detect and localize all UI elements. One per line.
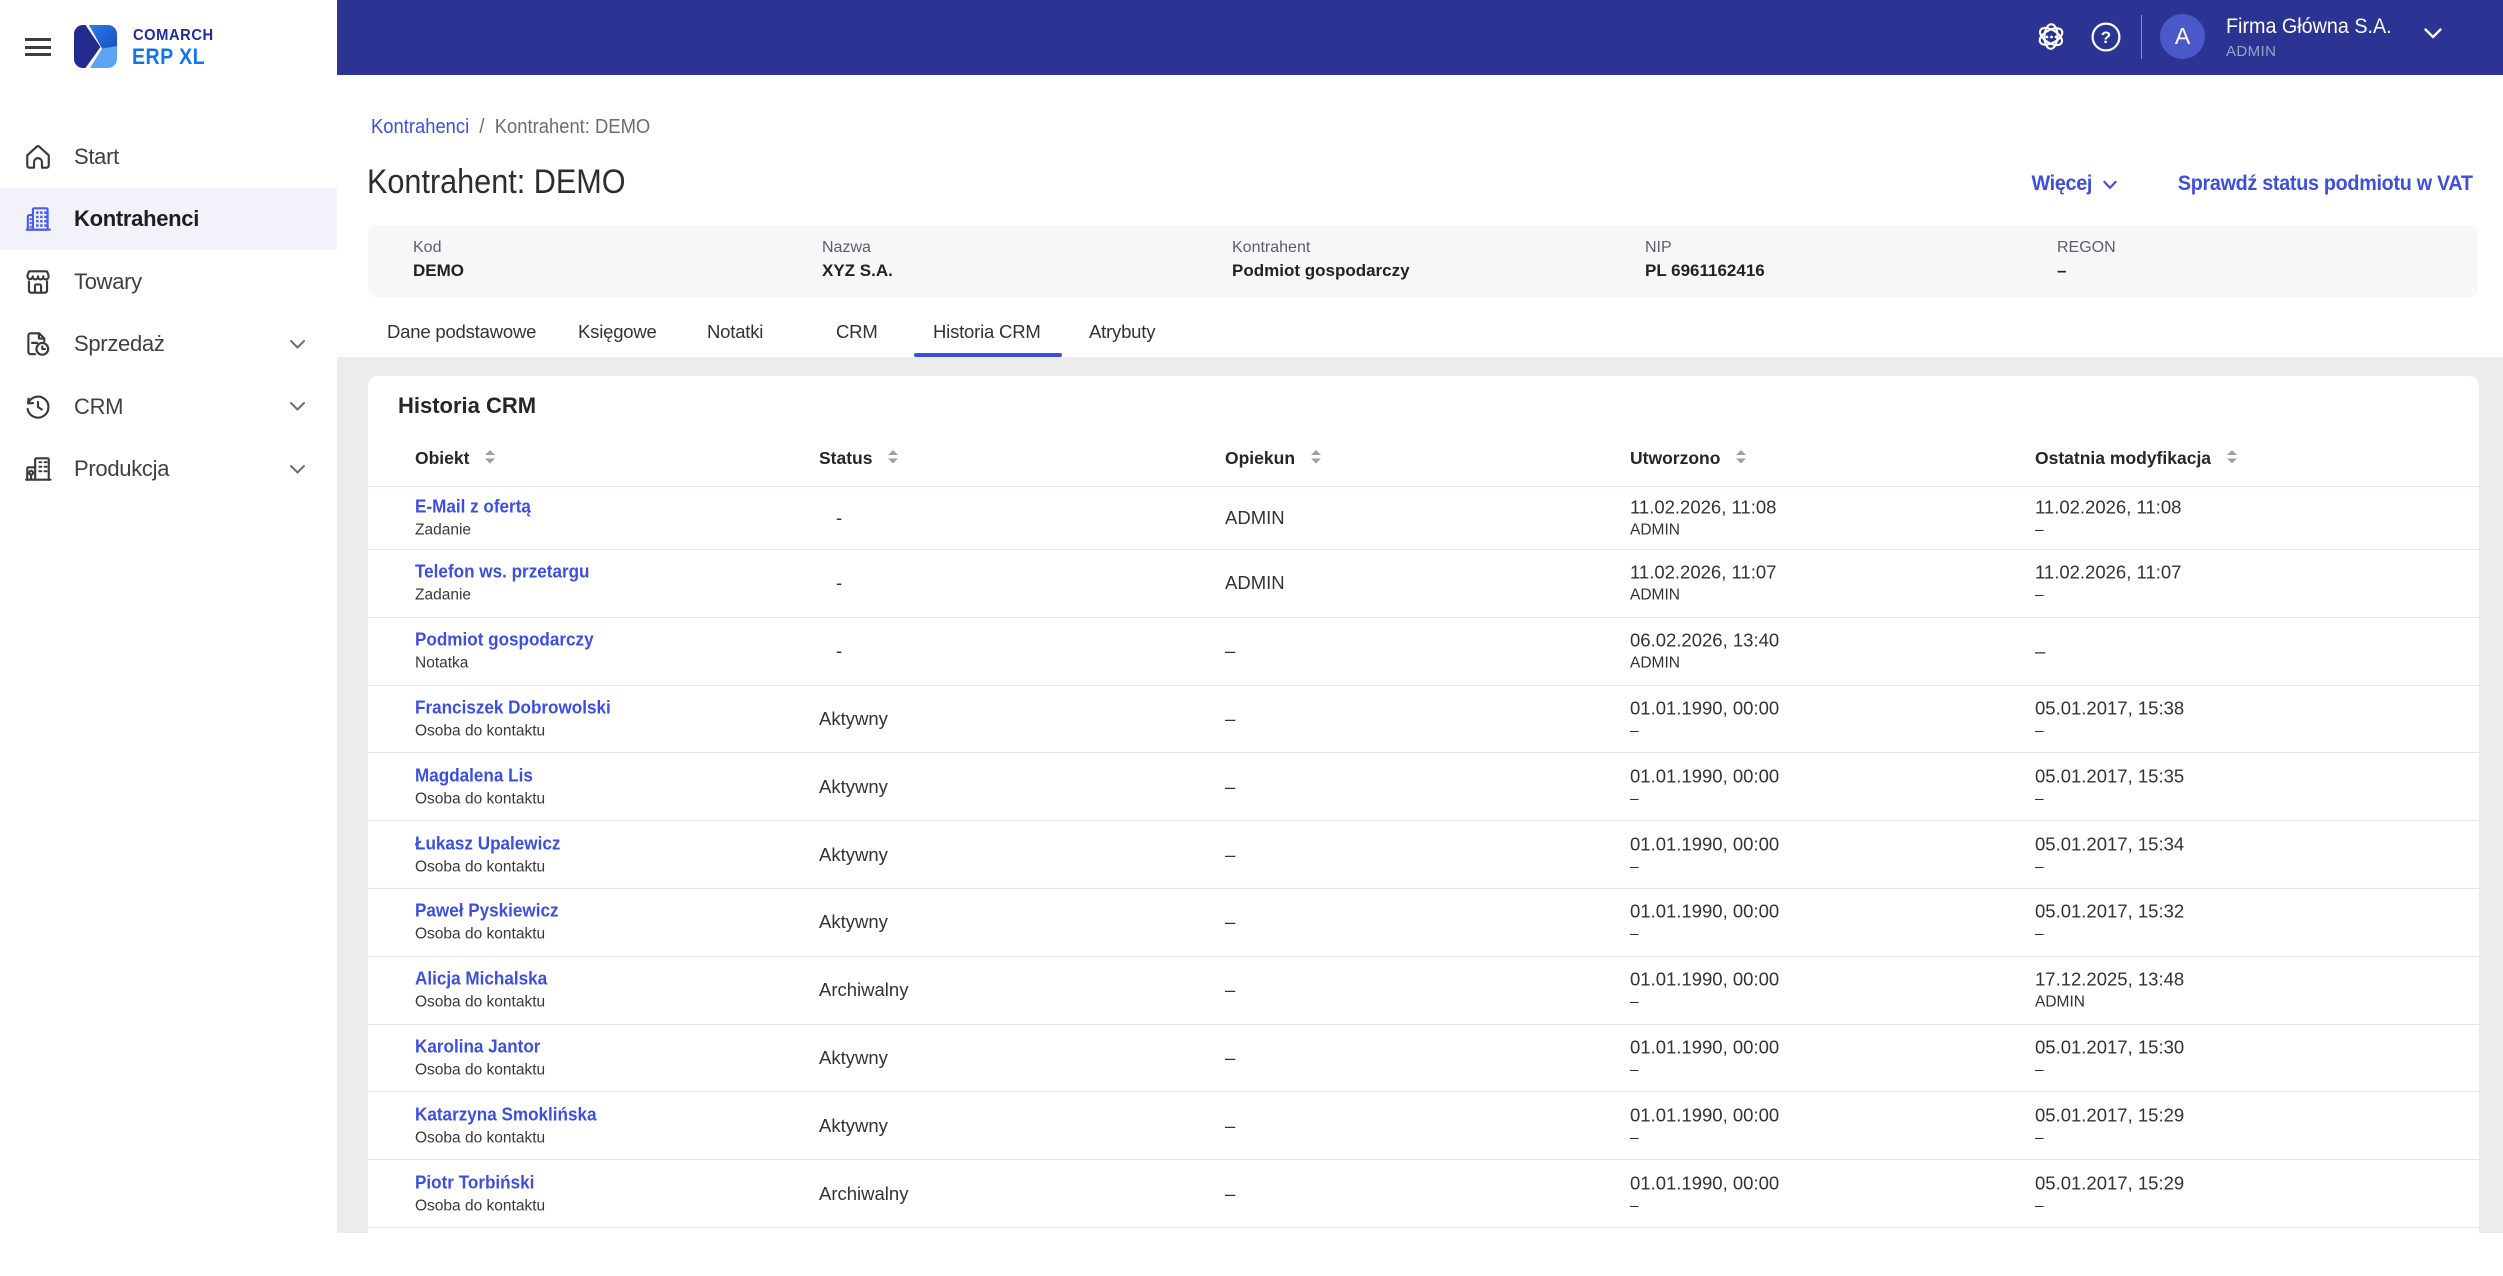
svg-text:?: ?	[2101, 28, 2111, 47]
